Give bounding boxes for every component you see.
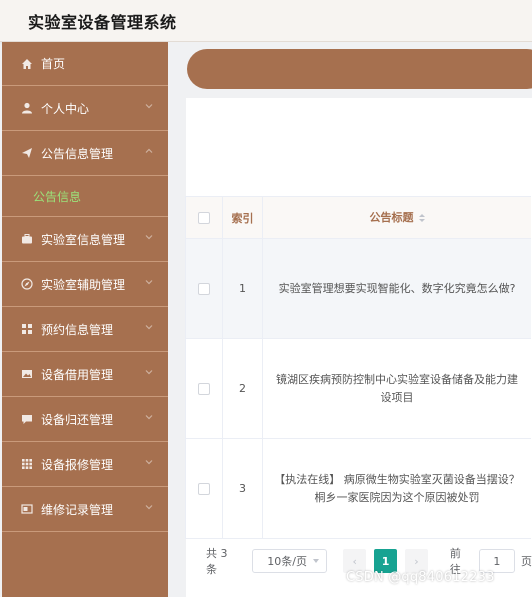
chevron-down-icon [313, 559, 320, 563]
briefcase-icon [21, 233, 33, 245]
page-unit-label: 页 [521, 555, 532, 568]
message-icon [21, 413, 33, 425]
sidebar-item-label: 实验室辅助管理 [41, 277, 126, 292]
row-checkbox[interactable] [198, 482, 210, 495]
main-content: 索引 公告标题 1 实验室管理想要实现智能化、数字化究竟怎么做? 2 镜湖区疾病… [168, 42, 532, 597]
sidebar-item-label: 实验室信息管理 [41, 232, 126, 247]
row-check-cell [185, 339, 223, 438]
sidebar-item-maintenance-records[interactable]: 维修记录管理 [2, 487, 168, 532]
row-checkbox[interactable] [198, 282, 210, 295]
chevron-down-icon [145, 325, 153, 330]
row-index: 3 [223, 439, 263, 538]
sort-icon[interactable] [418, 213, 425, 222]
chevron-down-icon [145, 370, 153, 375]
sidebar-item-borrow[interactable]: 设备借用管理 [2, 352, 168, 397]
sidebar-item-lab-info[interactable]: 实验室信息管理 [2, 217, 168, 262]
watermark: CSDN @qq840612233 [346, 570, 495, 585]
header-index: 索引 [223, 197, 263, 238]
window-icon [21, 503, 33, 515]
sidebar-item-lab-assist[interactable]: 实验室辅助管理 [2, 262, 168, 307]
apps-icon [21, 458, 33, 470]
sidebar: 首页 个人中心 公告信息管理 公告信息 实验室信息管理 实验室辅助管理 预约信息… [2, 42, 168, 597]
sidebar-item-label: 个人中心 [41, 101, 90, 116]
app-title: 实验室设备管理系统 [28, 13, 177, 32]
sidebar-item-reservation[interactable]: 预约信息管理 [2, 307, 168, 352]
chevron-down-icon [145, 460, 153, 465]
row-index: 1 [223, 239, 263, 338]
row-check-cell [185, 439, 223, 538]
home-icon [21, 58, 33, 70]
chevron-down-icon [145, 280, 153, 285]
sidebar-subitem-notice-info[interactable]: 公告信息 [2, 176, 168, 217]
sidebar-item-notice-management[interactable]: 公告信息管理 [2, 131, 168, 176]
page-size-select[interactable]: 10条/页 [252, 549, 328, 573]
chevron-down-icon [145, 415, 153, 420]
sidebar-item-label: 预约信息管理 [41, 322, 114, 337]
send-icon [21, 147, 33, 159]
header-title[interactable]: 公告标题 [263, 197, 531, 238]
row-title: 【执法在线】 病原微生物实验室灭菌设备当摆设？桐乡一家医院因为这个原因被处罚 [274, 472, 520, 504]
sidebar-item-repair[interactable]: 设备报修管理 [2, 442, 168, 487]
chevron-down-icon [145, 505, 153, 510]
notice-table: 索引 公告标题 1 实验室管理想要实现智能化、数字化究竟怎么做? 2 镜湖区疾病… [185, 196, 531, 539]
sidebar-item-home[interactable]: 首页 [2, 42, 168, 86]
compass-icon [21, 278, 33, 290]
sidebar-item-label: 公告信息管理 [41, 146, 114, 161]
row-checkbox[interactable] [198, 382, 210, 395]
user-icon [21, 102, 33, 114]
table-row[interactable]: 3 【执法在线】 病原微生物实验室灭菌设备当摆设？桐乡一家医院因为这个原因被处罚 [185, 439, 531, 539]
top-header: 实验室设备管理系统 [0, 0, 532, 42]
sidebar-item-profile[interactable]: 个人中心 [2, 86, 168, 131]
sidebar-subitem-label: 公告信息 [33, 189, 82, 204]
sidebar-item-return[interactable]: 设备归还管理 [2, 397, 168, 442]
header-title-label: 公告标题 [369, 210, 414, 224]
table-header: 索引 公告标题 [185, 197, 531, 239]
sidebar-item-label: 设备报修管理 [41, 457, 114, 472]
row-title: 实验室管理想要实现智能化、数字化究竟怎么做? [278, 281, 516, 295]
table-row[interactable]: 1 实验室管理想要实现智能化、数字化究竟怎么做? [185, 239, 531, 339]
chevron-up-icon [145, 148, 153, 153]
row-index: 2 [223, 339, 263, 438]
table-row[interactable]: 2 镜湖区疾病预防控制中心实验室设备储备及能力建设项目 [185, 339, 531, 439]
row-title: 镜湖区疾病预防控制中心实验室设备储备及能力建设项目 [276, 372, 518, 404]
row-check-cell [185, 239, 223, 338]
sidebar-item-label: 首页 [41, 57, 66, 71]
total-count: 共 3 条 [206, 547, 228, 576]
chevron-down-icon [145, 235, 153, 240]
page-size-value: 10条/页 [267, 555, 307, 568]
sidebar-item-label: 设备归还管理 [41, 412, 114, 427]
sidebar-item-label: 设备借用管理 [41, 367, 114, 382]
sidebar-item-label: 维修记录管理 [41, 502, 114, 517]
select-all-checkbox[interactable] [198, 211, 210, 224]
page-banner [187, 49, 532, 89]
picture-icon [21, 368, 33, 380]
grid-icon [21, 323, 33, 335]
chevron-down-icon [145, 104, 153, 109]
header-check-cell [185, 197, 223, 238]
